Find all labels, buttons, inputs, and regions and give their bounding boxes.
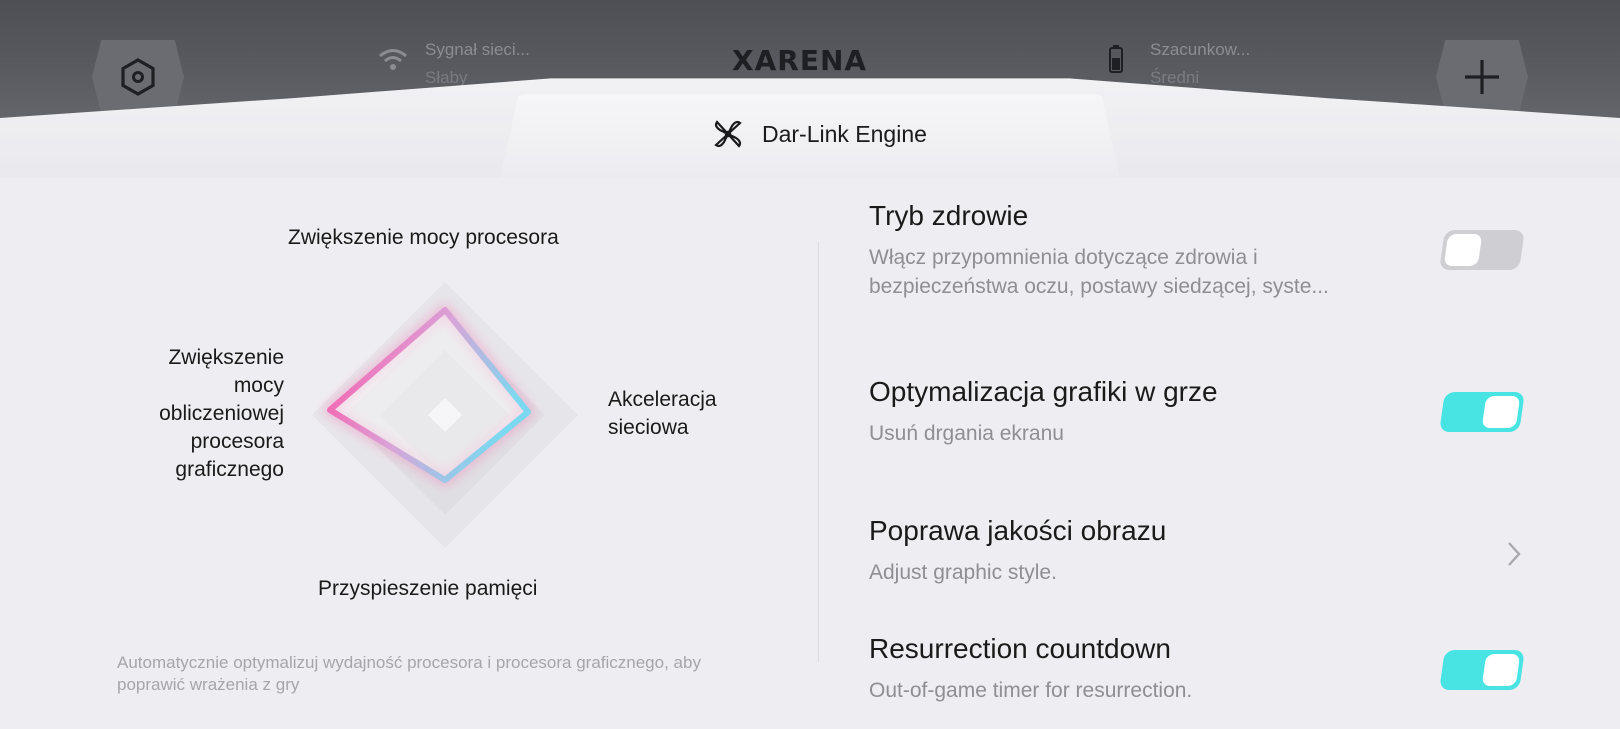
- engine-header: Dar-Link Engine: [712, 116, 927, 152]
- radar-label-gpu-line: Zwiększenie: [168, 346, 284, 369]
- add-button[interactable]: [1436, 40, 1528, 114]
- wifi-icon: [377, 46, 409, 83]
- auto-optimize-note: Automatycznie optymalizuj wydajność proc…: [117, 653, 701, 694]
- radar-label-network: Akceleracja sieciowa: [608, 386, 717, 442]
- health-mode-toggle[interactable]: [1439, 230, 1525, 270]
- vertical-divider: [818, 242, 819, 662]
- toggle-knob: [1481, 654, 1521, 686]
- arena-logo: XARENA: [732, 44, 867, 77]
- radar-label-network-line: Akceleracja: [608, 388, 717, 411]
- setting-title: Tryb zdrowie: [869, 200, 1029, 231]
- toggle-knob: [1481, 396, 1521, 428]
- radar-label-gpu-line: obliczeniowej: [159, 402, 284, 425]
- radar-label-network-line: sieciowa: [608, 416, 689, 439]
- radar-label-gpu: Zwiększenie mocy obliczeniowej procesora…: [110, 344, 284, 484]
- hexagon-settings-icon: [121, 58, 155, 96]
- settings-hex-button[interactable]: [92, 40, 184, 114]
- chevron-right-icon[interactable]: [1504, 540, 1524, 568]
- setting-image-quality[interactable]: Poprawa jakości obrazu Adjust graphic st…: [869, 514, 1569, 587]
- battery-estimate-status: Szacunkow... Średni: [1109, 36, 1251, 92]
- battery-label: Szacunkow...: [1150, 40, 1251, 59]
- logo-text: ARENA: [754, 44, 868, 77]
- battery-icon: [1108, 44, 1124, 83]
- logo-mark: X: [732, 44, 755, 77]
- radar-label-gpu-line: mocy: [233, 374, 284, 397]
- radar-label-gpu-line: graficznego: [175, 458, 284, 481]
- radar-label-cpu: Zwiększenie mocy procesora: [288, 226, 559, 249]
- setting-desc: Adjust graphic style.: [869, 561, 1057, 584]
- radar-label-memory: Przyspieszenie pamięci: [318, 577, 538, 600]
- setting-title: Poprawa jakości obrazu: [869, 515, 1167, 546]
- graphics-optimization-toggle[interactable]: [1439, 392, 1525, 432]
- engine-title: Dar-Link Engine: [762, 120, 927, 147]
- signal-label: Sygnał sieci...: [425, 40, 530, 59]
- radar-label-gpu-line: procesora: [190, 430, 284, 453]
- propeller-icon: [714, 120, 742, 148]
- toggle-knob: [1443, 234, 1483, 266]
- setting-desc-line: bezpieczeństwa oczu, postawy siedzącej, …: [869, 275, 1329, 298]
- resurrection-countdown-toggle[interactable]: [1439, 650, 1525, 690]
- performance-radar: [312, 282, 578, 548]
- plus-icon: [1465, 60, 1499, 94]
